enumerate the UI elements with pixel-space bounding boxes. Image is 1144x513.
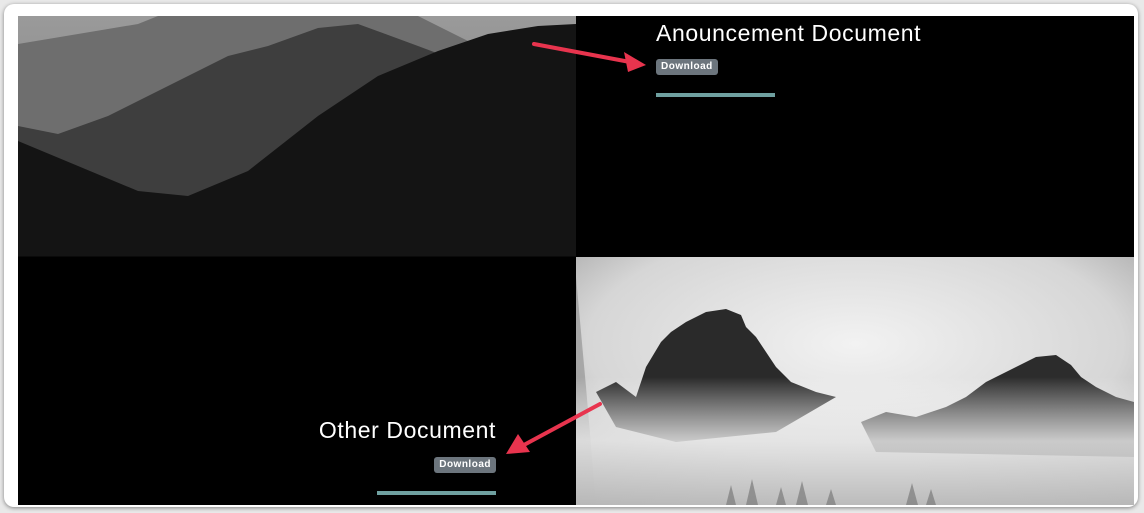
document-grid: Anouncement Document Download Other Docu… bbox=[18, 16, 1134, 505]
announcement-document-tile: Anouncement Document Download bbox=[576, 16, 1134, 257]
announcement-underline bbox=[656, 93, 775, 97]
misty-peaks-image bbox=[576, 257, 1134, 505]
other-download-button[interactable]: Download bbox=[434, 457, 496, 473]
announcement-download-button[interactable]: Download bbox=[656, 59, 718, 75]
page-frame: Anouncement Document Download Other Docu… bbox=[4, 4, 1138, 507]
announcement-document-title: Anouncement Document bbox=[656, 20, 922, 46]
other-document-tile: Other Document Download bbox=[18, 257, 576, 505]
other-document-title: Other Document bbox=[318, 417, 496, 443]
other-underline bbox=[377, 491, 496, 495]
mountain-ridges-image bbox=[18, 16, 576, 257]
